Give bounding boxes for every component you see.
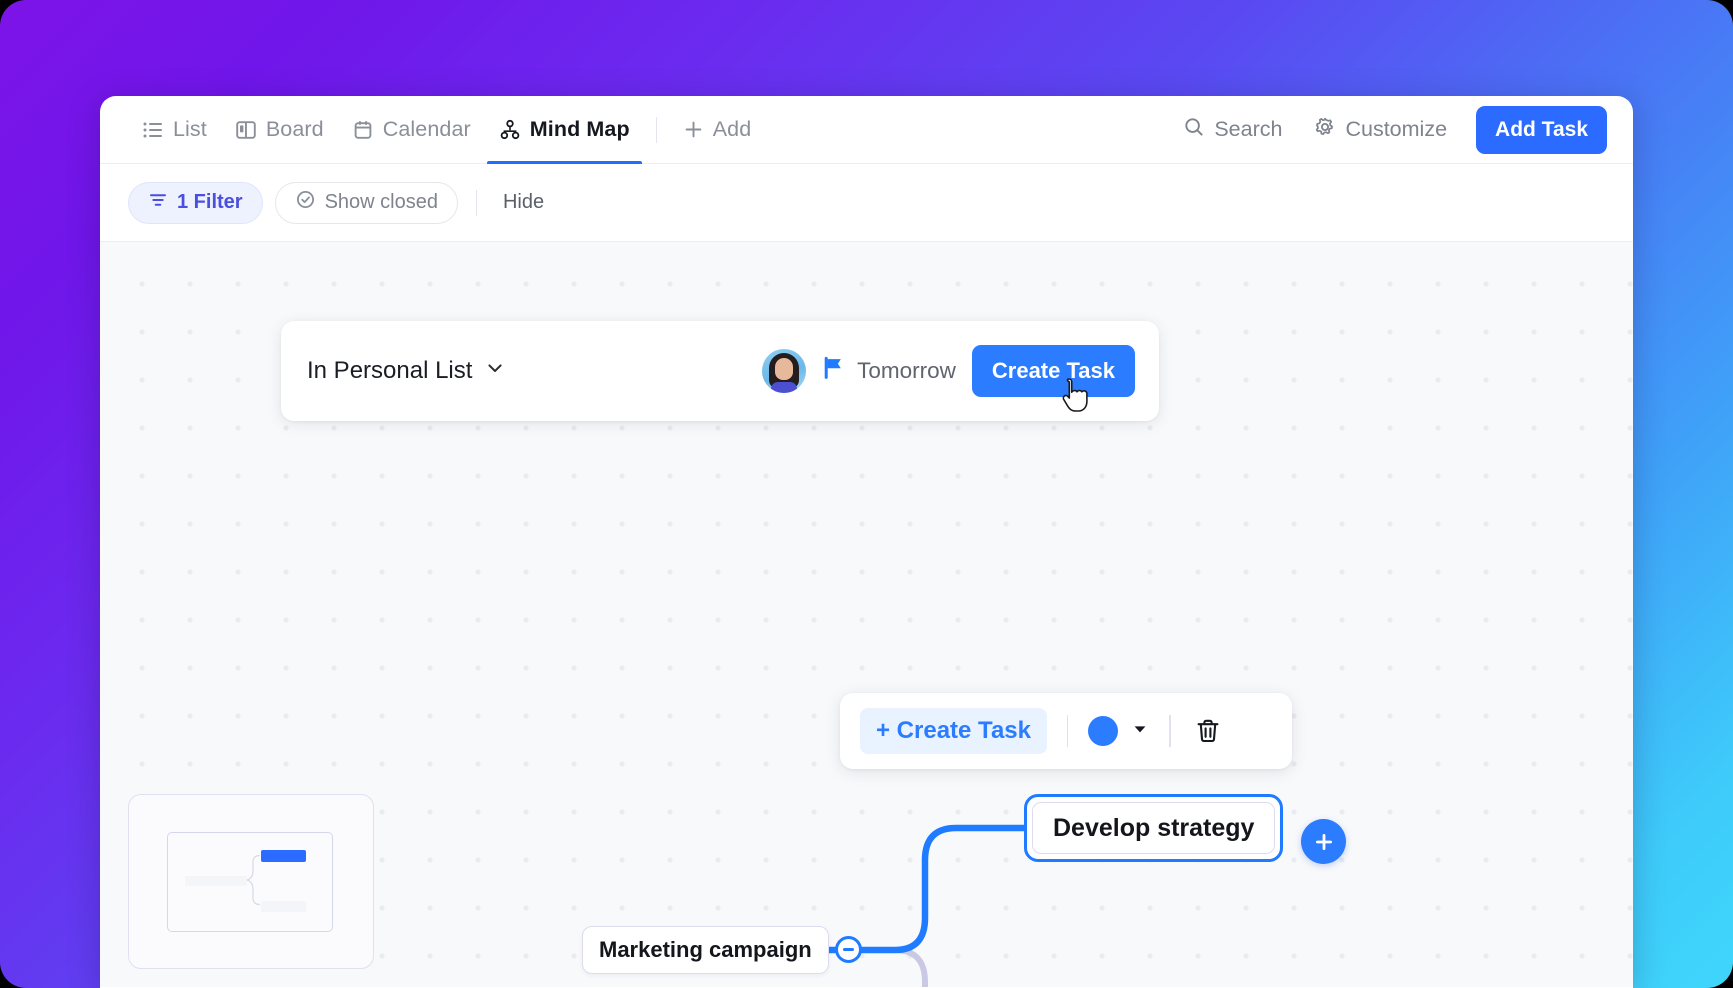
toolbar-divider-1: [1067, 715, 1069, 747]
chevron-down-icon: [484, 357, 506, 386]
list-selector[interactable]: In Personal List: [307, 357, 506, 386]
avatar-face: [775, 358, 793, 380]
create-task-button[interactable]: Create Task: [972, 345, 1135, 397]
avatar[interactable]: [762, 349, 806, 393]
plus-icon: [1312, 830, 1336, 854]
list-selector-label: In Personal List: [307, 357, 472, 385]
filter-divider: [476, 190, 477, 216]
toolbar-divider: [656, 117, 657, 143]
desktop-background: List Board: [0, 0, 1733, 988]
caret-down-icon: [1131, 720, 1149, 743]
filter-bar: 1 Filter Show closed Hide: [100, 164, 1633, 242]
mind-map-icon: [499, 119, 521, 141]
mind-map-node-strategy[interactable]: Develop strategy: [1032, 802, 1275, 854]
tab-board-label: Board: [266, 117, 324, 142]
show-closed-pill[interactable]: Show closed: [275, 182, 458, 224]
check-circle-icon: [295, 189, 316, 216]
show-closed-label: Show closed: [325, 191, 438, 214]
create-task-card: In Personal List: [281, 321, 1159, 421]
add-task-button[interactable]: Add Task: [1476, 106, 1607, 154]
minimap-node-marketing: [185, 876, 247, 886]
node-color-picker[interactable]: [1088, 716, 1149, 746]
plus-icon: [683, 119, 704, 140]
tab-mind-map[interactable]: Mind Map: [485, 96, 644, 164]
due-date-chip[interactable]: Tomorrow: [822, 355, 956, 387]
minimap-viewport[interactable]: [167, 832, 333, 932]
filter-pill[interactable]: 1 Filter: [128, 182, 263, 224]
toolbar-divider-2: [1169, 715, 1171, 747]
trash-icon[interactable]: [1193, 716, 1223, 746]
flag-icon: [822, 355, 846, 387]
hide-button[interactable]: Hide: [495, 191, 552, 214]
minimap-node-strategy: [261, 850, 306, 862]
tab-add-label: Add: [713, 117, 752, 142]
gear-icon: [1314, 116, 1336, 144]
mind-map-node-marketing[interactable]: Marketing campaign: [582, 926, 829, 974]
tab-calendar-label: Calendar: [383, 117, 471, 142]
list-icon: [142, 119, 164, 141]
customize-label: Customize: [1345, 117, 1447, 142]
search-label: Search: [1214, 117, 1282, 142]
app-window: List Board: [100, 96, 1633, 988]
calendar-icon: [352, 119, 374, 141]
minus-circle-icon[interactable]: [835, 936, 862, 963]
color-swatch-dot: [1088, 716, 1118, 746]
tab-calendar[interactable]: Calendar: [338, 96, 485, 164]
tab-board[interactable]: Board: [221, 96, 338, 164]
tab-list[interactable]: List: [128, 96, 221, 164]
minimap[interactable]: [128, 794, 374, 969]
search-button[interactable]: Search: [1170, 108, 1295, 152]
tab-add-view[interactable]: Add: [669, 96, 766, 164]
view-tab-bar: List Board: [100, 96, 1633, 164]
mind-map-canvas[interactable]: In Personal List: [100, 242, 1633, 987]
filter-icon: [148, 190, 168, 216]
create-card-actions: Tomorrow Create Task: [762, 345, 1135, 397]
avatar-shirt: [771, 382, 797, 393]
search-icon: [1183, 116, 1205, 144]
customize-button[interactable]: Customize: [1301, 108, 1460, 152]
board-icon: [235, 119, 257, 141]
view-bar-actions: Search Customize Add Task: [1170, 106, 1607, 154]
tab-list-label: List: [173, 117, 207, 142]
add-child-node-button[interactable]: [1301, 819, 1346, 864]
due-date-label: Tomorrow: [857, 358, 956, 384]
filter-pill-label: 1 Filter: [177, 191, 243, 214]
mind-map-node-strategy-selection[interactable]: Develop strategy: [1024, 794, 1283, 862]
minimap-node-vision: [261, 901, 306, 912]
tab-mind-map-label: Mind Map: [530, 117, 630, 142]
toolbar-create-task-button[interactable]: + Create Task: [860, 708, 1047, 754]
node-toolbar: + Create Task: [840, 693, 1292, 769]
